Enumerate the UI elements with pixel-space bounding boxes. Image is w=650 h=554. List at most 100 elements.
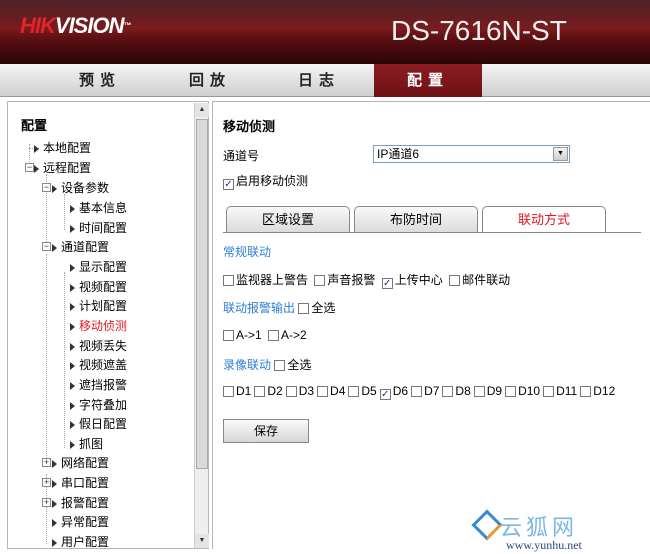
expand-icon[interactable]: +	[42, 478, 51, 487]
record-d3-label: D3	[298, 384, 315, 398]
sidebar-scrollbar[interactable]: ▲ ▼	[194, 103, 209, 548]
tree-osd[interactable]: 字符叠加	[70, 395, 127, 415]
alarm-output-header: 联动报警输出 全选	[223, 299, 335, 316]
monitor-warning-label: 监视器上警告	[236, 273, 309, 287]
tree-arrow-icon	[70, 302, 75, 311]
tree-video-mask[interactable]: 视频遮盖	[70, 355, 127, 375]
monitor-warning-checkbox[interactable]	[223, 275, 234, 286]
tree-video-config[interactable]: 视频配置	[70, 277, 127, 297]
record-d1-checkbox[interactable]	[223, 386, 234, 397]
tree-arrow-icon	[52, 184, 57, 193]
tree-motion-detection[interactable]: 移动侦测	[70, 316, 127, 336]
record-d10-label: D10	[518, 384, 541, 398]
enable-motion-checkbox[interactable]: ✓	[223, 179, 234, 190]
tree-arrow-icon	[70, 401, 75, 410]
enable-motion-row: ✓ 启用移动侦测	[223, 172, 308, 190]
upload-center-label: 上传中心	[394, 273, 443, 287]
expand-icon[interactable]: +	[42, 498, 51, 507]
tree-display-config[interactable]: 显示配置	[70, 257, 127, 277]
tree-snapshot[interactable]: 抓图	[70, 434, 103, 454]
record-d2-label: D2	[267, 384, 283, 398]
menu-log[interactable]: 日志	[265, 64, 373, 97]
normal-linkage-row: 监视器上警告 声音报警 ✓ 上传中心 邮件联动	[223, 271, 513, 289]
tab-area-settings[interactable]: 区域设置	[226, 206, 350, 232]
alarm-output-1-checkbox[interactable]	[223, 330, 234, 341]
tree-local-config[interactable]: 本地配置	[34, 138, 91, 158]
email-linkage-checkbox[interactable]	[449, 275, 461, 286]
tree-schedule-config[interactable]: 计划配置	[70, 296, 127, 316]
app-header: HIKVISION™ DS-7616N-ST	[0, 0, 650, 64]
tree-arrow-icon	[70, 322, 75, 331]
chevron-down-icon[interactable]: ▼	[553, 147, 568, 161]
collapse-icon[interactable]: −	[42, 242, 51, 251]
channel-select[interactable]: IP通道6 ▼	[373, 145, 570, 163]
alarm-output-title: 联动报警输出	[223, 301, 296, 315]
audio-alarm-checkbox[interactable]	[314, 275, 326, 286]
watermark-url: www.yunhu.net	[506, 538, 582, 552]
tree-serial-config[interactable]: 串口配置	[52, 473, 109, 493]
upload-center-checkbox[interactable]: ✓	[381, 278, 393, 289]
motion-detection-panel: 移动侦测 通道号 IP通道6 ▼ ✓ 启用移动侦测 区域设置 布防时间 联动方式 …	[212, 101, 650, 549]
scroll-up-icon[interactable]: ▲	[195, 103, 209, 117]
collapse-icon[interactable]: −	[25, 163, 34, 172]
menu-config[interactable]: 配置	[374, 64, 482, 97]
device-model: DS-7616N-ST	[391, 15, 567, 46]
tree-arrow-icon	[52, 479, 57, 488]
record-d8-label: D8	[455, 384, 471, 398]
save-button[interactable]: 保存	[223, 419, 309, 443]
alarm-output-2-label: A->2	[281, 328, 307, 342]
record-d11-checkbox[interactable]	[543, 386, 555, 397]
record-d2-checkbox[interactable]	[254, 386, 266, 397]
enable-motion-label: 启用移动侦测	[236, 174, 309, 188]
record-channel-row: D1 D2 D3 D4 D5 ✓ D6 D7 D8 D9 D10 D11 D12	[223, 384, 618, 400]
menu-playback[interactable]: 回放	[156, 64, 264, 97]
record-d4-checkbox[interactable]	[317, 386, 329, 397]
tab-linkage-method[interactable]: 联动方式	[482, 206, 606, 233]
record-d8-checkbox[interactable]	[442, 386, 454, 397]
tree-arrow-icon	[52, 518, 57, 527]
record-d12-label: D12	[593, 384, 616, 398]
alarm-output-1-label: A->1	[236, 328, 262, 342]
tree-arrow-icon	[70, 420, 75, 429]
audio-alarm-label: 声音报警	[327, 273, 376, 287]
record-d1-label: D1	[236, 384, 252, 398]
scroll-thumb[interactable]	[196, 119, 208, 469]
alarm-output-select-all-label: 全选	[311, 301, 336, 315]
tree-time-config[interactable]: 时间配置	[70, 218, 127, 238]
record-d5-checkbox[interactable]	[348, 386, 360, 397]
record-select-all-checkbox[interactable]	[274, 360, 286, 371]
main-menu: 预览 回放 日志 配置	[0, 64, 650, 97]
tab-divider	[223, 232, 641, 233]
tab-arming-schedule[interactable]: 布防时间	[354, 206, 478, 232]
tree-network-config[interactable]: 网络配置	[52, 453, 109, 473]
tree-user-config[interactable]: 用户配置	[52, 532, 109, 552]
record-d12-checkbox[interactable]	[580, 386, 592, 397]
record-d4-label: D4	[330, 384, 346, 398]
tree-remote-config[interactable]: 远程配置	[34, 158, 91, 178]
alarm-output-select-all-checkbox[interactable]	[298, 303, 310, 314]
expand-icon[interactable]: +	[42, 458, 51, 467]
tree-video-loss[interactable]: 视频丢失	[70, 336, 127, 356]
tree-tamper-alarm[interactable]: 遮挡报警	[70, 375, 127, 395]
record-d7-checkbox[interactable]	[411, 386, 423, 397]
tree-alarm-config[interactable]: 报警配置	[52, 493, 109, 513]
watermark: 云狐网 www.yunhu.net	[470, 508, 650, 554]
tree-arrow-icon	[70, 381, 75, 390]
record-d10-checkbox[interactable]	[505, 386, 517, 397]
alarm-output-2-checkbox[interactable]	[268, 330, 280, 341]
tree-basic-info[interactable]: 基本信息	[70, 198, 127, 218]
email-linkage-label: 邮件联动	[462, 273, 511, 287]
tree-arrow-icon	[34, 144, 39, 153]
menu-preview[interactable]: 预览	[46, 64, 154, 97]
tree-holiday-config[interactable]: 假日配置	[70, 414, 127, 434]
record-d3-checkbox[interactable]	[285, 386, 297, 397]
record-d6-checkbox[interactable]: ✓	[379, 389, 391, 400]
scroll-down-icon[interactable]: ▼	[195, 534, 209, 548]
tree-device-params[interactable]: 设备参数	[52, 178, 109, 198]
tree-channel-config[interactable]: 通道配置	[52, 237, 109, 257]
tree-exception-config[interactable]: 异常配置	[52, 512, 109, 532]
tree-arrow-icon	[70, 204, 75, 213]
collapse-icon[interactable]: −	[42, 183, 51, 192]
channel-label: 通道号	[223, 149, 260, 163]
record-d9-checkbox[interactable]	[473, 386, 485, 397]
